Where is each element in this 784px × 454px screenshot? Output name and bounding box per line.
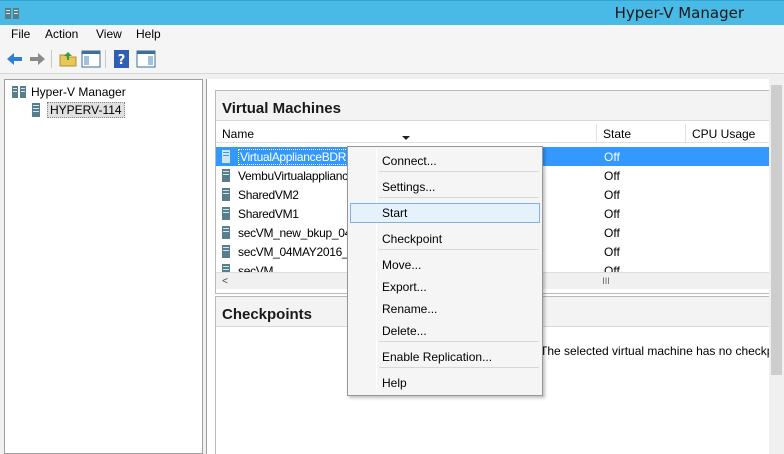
virtual-machines-title: Virtual Machines <box>216 91 776 121</box>
context-menu-separator <box>379 197 539 198</box>
svg-text:?: ? <box>118 53 126 68</box>
vm-name: VirtualApplianceBDR <box>238 149 349 165</box>
toolbar-separator <box>51 50 52 68</box>
context-menu-item-delete[interactable]: Delete... <box>350 321 540 341</box>
menu-action[interactable]: Action <box>43 27 80 41</box>
forward-arrow-icon[interactable] <box>27 49 47 69</box>
title-bar: Hyper-V Manager <box>0 0 784 25</box>
menu-bar: File Action View Help <box>0 25 784 45</box>
vm-name: SharedVM1 <box>238 207 299 221</box>
column-header-state[interactable]: State <box>597 124 686 143</box>
vm-state: Off <box>604 226 620 240</box>
tree-server-label: HYPERV-114 <box>47 101 125 118</box>
toolbar-separator <box>105 50 106 68</box>
vm-column-headers: Name State CPU Usage <box>216 124 778 143</box>
menu-view[interactable]: View <box>94 27 124 41</box>
virtual-machine-icon <box>222 226 230 239</box>
menu-help[interactable]: Help <box>134 27 163 41</box>
context-menu-separator <box>379 367 539 368</box>
vm-name: secVM <box>238 264 274 272</box>
window-title: Hyper-V Manager <box>614 4 744 22</box>
vm-state: Off <box>604 207 620 221</box>
up-folder-icon[interactable] <box>58 49 78 69</box>
vertical-scrollbar[interactable] <box>769 79 784 454</box>
virtual-machine-icon <box>222 245 230 258</box>
show-hide-action-pane-icon[interactable] <box>136 49 156 69</box>
vm-context-menu: Connect... Settings... Start Checkpoint Move… <box>347 146 543 396</box>
tree-root-hyper-v-manager[interactable]: Hyper-V Manager <box>11 83 126 100</box>
no-checkpoints-message: The selected virtual machine has no chec… <box>540 344 784 358</box>
column-header-cpu-usage[interactable]: CPU Usage <box>686 124 778 143</box>
context-menu-item-export[interactable]: Export... <box>350 277 540 297</box>
context-menu-item-start[interactable]: Start <box>350 203 540 223</box>
virtual-machine-icon <box>222 188 230 201</box>
console-tree: Hyper-V Manager HYPERV-114 <box>4 79 203 454</box>
context-menu-separator <box>379 249 539 250</box>
virtual-machine-icon <box>222 169 230 182</box>
virtual-machine-icon <box>222 264 230 272</box>
context-menu-item-enable-replication[interactable]: Enable Replication... <box>350 347 540 367</box>
vm-name: secVM_new_bkup_04_ <box>238 226 358 240</box>
context-menu-item-rename[interactable]: Rename... <box>350 299 540 319</box>
vm-state: Off <box>604 188 620 202</box>
tree-item-server[interactable]: HYPERV-114 <box>29 101 125 118</box>
context-menu-item-connect[interactable]: Connect... <box>350 151 540 171</box>
vm-name: SharedVM2 <box>238 188 299 202</box>
context-menu-item-checkpoint[interactable]: Checkpoint <box>350 229 540 249</box>
context-menu-item-help[interactable]: Help <box>350 373 540 393</box>
sort-down-icon <box>402 136 410 140</box>
vertical-scroll-thumb[interactable] <box>771 85 782 375</box>
tree-root-label: Hyper-V Manager <box>31 84 126 99</box>
toolbar: ? <box>0 45 784 74</box>
hyper-v-manager-icon <box>12 85 26 98</box>
vm-name: VembuVirtualapplianceC <box>238 169 363 183</box>
virtual-machine-icon <box>222 150 230 163</box>
vm-name: secVM_04MAY2016_1 <box>238 245 355 259</box>
help-icon[interactable]: ? <box>112 49 132 69</box>
context-menu-separator <box>379 341 539 342</box>
vm-state: Off <box>604 150 620 164</box>
server-icon <box>32 102 40 117</box>
virtual-machine-icon <box>222 207 230 220</box>
vm-state: Off <box>604 264 620 272</box>
column-header-name[interactable]: Name <box>216 124 597 143</box>
context-menu-separator <box>379 171 539 172</box>
scroll-left-icon[interactable]: < <box>218 275 232 288</box>
back-arrow-icon[interactable] <box>5 49 25 69</box>
vm-state: Off <box>604 169 620 183</box>
context-menu-item-settings[interactable]: Settings... <box>350 177 540 197</box>
menu-file[interactable]: File <box>9 27 32 41</box>
context-menu-item-move[interactable]: Move... <box>350 255 540 275</box>
scroll-thumb[interactable]: III <box>596 277 616 286</box>
show-hide-console-tree-icon[interactable] <box>81 49 101 69</box>
vm-state: Off <box>604 245 620 259</box>
